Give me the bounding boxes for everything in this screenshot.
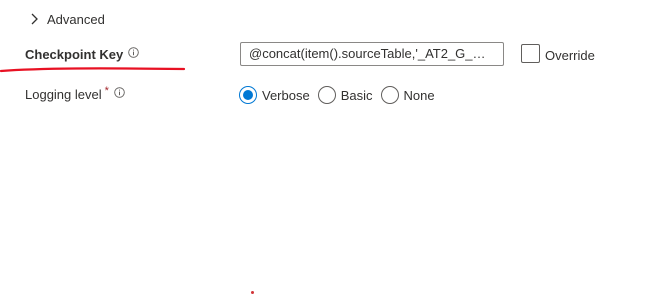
- info-icon[interactable]: [128, 46, 140, 58]
- override-label: Override: [545, 48, 595, 63]
- override-checkbox-group[interactable]: Override: [521, 44, 595, 63]
- radio-label-verbose: Verbose: [262, 87, 310, 103]
- red-dot-mark: [251, 291, 254, 294]
- radio-option-verbose[interactable]: Verbose: [239, 86, 310, 104]
- checkpoint-key-label: Checkpoint Key: [25, 47, 124, 62]
- radio-button-verbose[interactable]: [239, 86, 257, 104]
- required-marker: *: [104, 84, 109, 97]
- radio-label-basic: Basic: [340, 87, 373, 103]
- radio-option-basic[interactable]: Basic: [317, 86, 373, 104]
- logging-level-radio-group: Verbose Basic None: [239, 86, 443, 104]
- red-underline-annotation: [0, 67, 186, 73]
- radio-option-none[interactable]: None: [380, 86, 435, 104]
- checkpoint-key-input[interactable]: @concat(item().sourceTable,'_AT2_G_QA_..…: [240, 42, 504, 66]
- override-checkbox[interactable]: [521, 44, 540, 63]
- logging-level-label-row: Logging level *: [25, 84, 125, 102]
- chevron-right-icon: [29, 11, 41, 27]
- radio-label-none: None: [403, 87, 435, 103]
- advanced-section-toggle[interactable]: Advanced: [29, 10, 105, 28]
- radio-button-basic[interactable]: [317, 86, 336, 104]
- advanced-label: Advanced: [47, 11, 105, 27]
- checkpoint-key-label-row: Checkpoint Key: [25, 46, 140, 62]
- radio-button-none[interactable]: [380, 86, 399, 104]
- logging-level-label: Logging level: [25, 87, 102, 102]
- info-icon[interactable]: [114, 86, 125, 98]
